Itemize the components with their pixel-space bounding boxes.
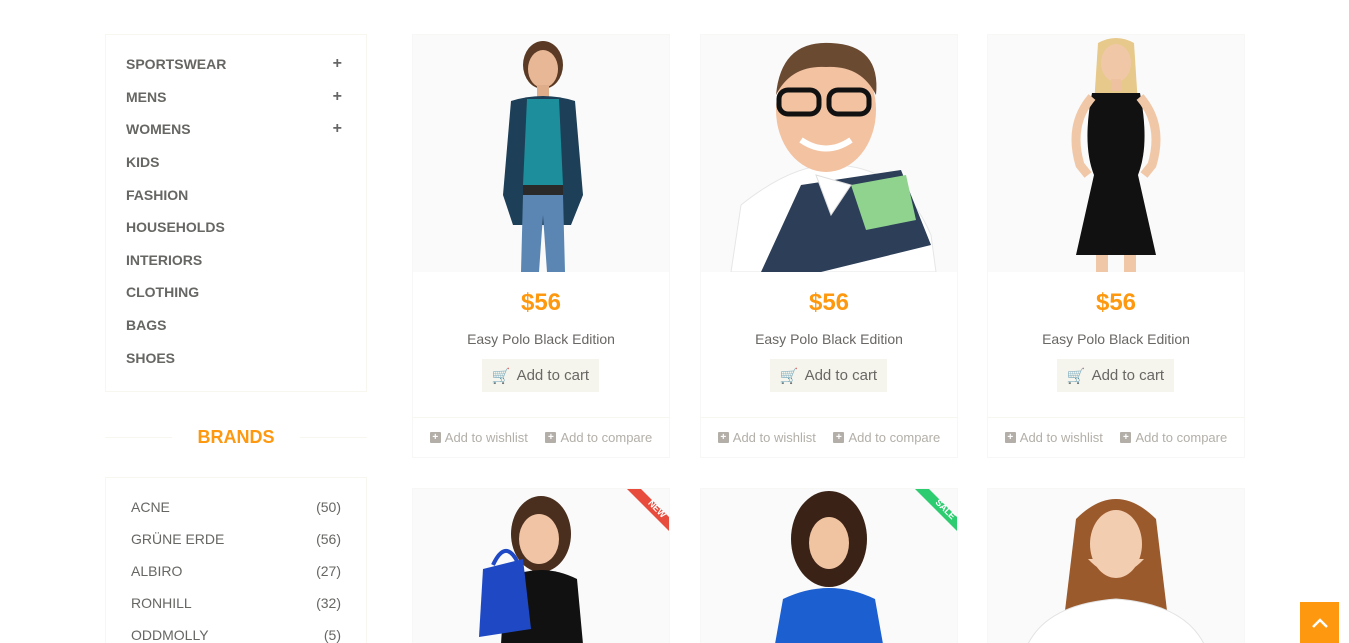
product-image[interactable]: [988, 489, 1244, 643]
category-label: SHOES: [126, 350, 176, 366]
product-card: $56 Easy Polo Black Edition 🛒 Add to cart…: [700, 34, 958, 458]
category-label: INTERIORS: [126, 252, 203, 268]
compare-label: Add to compare: [560, 430, 653, 445]
brand-count: (5): [323, 627, 341, 643]
category-shoes[interactable]: SHOES: [126, 348, 342, 368]
category-label: HOUSEHOLDS: [126, 219, 225, 235]
product-card: SALE: [700, 488, 958, 643]
wishlist-label: Add to wishlist: [444, 430, 528, 445]
category-fashion[interactable]: FASHION: [126, 185, 342, 205]
category-label: KIDS: [126, 154, 160, 170]
brand-name: ODDMOLLY: [131, 627, 209, 643]
brand-count: (56): [316, 531, 341, 547]
category-mens[interactable]: MENS +: [126, 87, 342, 107]
add-to-cart-label: Add to cart: [804, 367, 878, 384]
brand-item[interactable]: ALBIRO (27): [131, 561, 341, 581]
scroll-to-top-button[interactable]: [1300, 602, 1339, 643]
add-to-wishlist-link[interactable]: + Add to wishlist: [429, 430, 528, 445]
plus-square-icon: +: [1120, 432, 1132, 443]
add-to-cart-button[interactable]: 🛒 Add to cart: [770, 359, 887, 392]
add-to-cart-button[interactable]: 🛒 Add to cart: [1057, 359, 1174, 392]
add-to-wishlist-link[interactable]: + Add to wishlist: [1004, 430, 1103, 445]
add-to-cart-label: Add to cart: [1091, 367, 1165, 384]
plus-icon[interactable]: +: [333, 88, 342, 106]
brands-heading: BRANDS: [105, 425, 367, 449]
category-panel: SPORTSWEAR + MENS + WOMENS + KIDS FASHION H…: [105, 34, 367, 392]
cart-icon: 🛒: [1066, 367, 1086, 385]
category-label: WOMENS: [126, 121, 191, 137]
category-label: BAGS: [126, 317, 167, 333]
brands-panel: ACNE (50) GRÜNE ERDE (56) ALBIRO (27) RONHI…: [105, 477, 367, 643]
plus-square-icon: +: [545, 432, 557, 443]
category-households[interactable]: HOUSEHOLDS: [126, 217, 342, 237]
plus-square-icon: +: [429, 432, 441, 443]
product-image[interactable]: [413, 35, 669, 272]
brand-name: RONHILL: [131, 595, 192, 611]
brand-item[interactable]: GRÜNE ERDE (56): [131, 529, 341, 549]
brand-item[interactable]: ODDMOLLY (5): [131, 625, 341, 643]
category-label: SPORTSWEAR: [126, 56, 227, 72]
brand-name: GRÜNE ERDE: [131, 531, 225, 547]
cart-icon: 🛒: [491, 367, 511, 385]
brand-count: (27): [316, 563, 341, 579]
product-card: $56 Easy Polo Black Edition 🛒 Add to cart…: [412, 34, 670, 458]
product-name: Easy Polo Black Edition: [755, 331, 903, 347]
product-name: Easy Polo Black Edition: [467, 331, 615, 347]
wishlist-label: Add to wishlist: [732, 430, 816, 445]
product-actions: + Add to wishlist + Add to compare: [701, 417, 957, 457]
category-womens[interactable]: WOMENS +: [126, 119, 342, 139]
brand-count: (50): [316, 499, 341, 515]
product-image[interactable]: [988, 35, 1244, 272]
product-actions: + Add to wishlist + Add to compare: [413, 417, 669, 457]
product-price: $56: [520, 289, 562, 316]
new-badge: NEW: [627, 489, 669, 531]
category-clothing[interactable]: CLOTHING: [126, 282, 342, 302]
category-kids[interactable]: KIDS: [126, 152, 342, 172]
wishlist-label: Add to wishlist: [1019, 430, 1103, 445]
category-label: CLOTHING: [126, 284, 200, 300]
category-label: FASHION: [126, 187, 189, 203]
category-bags[interactable]: BAGS: [126, 315, 342, 335]
compare-label: Add to compare: [848, 430, 941, 445]
add-to-compare-link[interactable]: + Add to compare: [833, 430, 940, 445]
brand-count: (32): [316, 595, 341, 611]
product-actions: + Add to wishlist + Add to compare: [988, 417, 1244, 457]
plus-square-icon: +: [717, 432, 729, 443]
compare-label: Add to compare: [1135, 430, 1228, 445]
product-price: $56: [1095, 289, 1137, 316]
plus-icon[interactable]: +: [333, 120, 342, 138]
brand-name: ACNE: [131, 499, 170, 515]
product-price: $56: [808, 289, 850, 316]
add-to-cart-button[interactable]: 🛒 Add to cart: [482, 359, 599, 392]
chevron-up-icon: [1311, 617, 1328, 628]
category-sportswear[interactable]: SPORTSWEAR +: [126, 54, 342, 74]
brand-item[interactable]: ACNE (50): [131, 497, 341, 517]
plus-square-icon: +: [833, 432, 845, 443]
add-to-compare-link[interactable]: + Add to compare: [545, 430, 652, 445]
product-card: [987, 488, 1245, 643]
product-card: $56 Easy Polo Black Edition 🛒 Add to cart…: [987, 34, 1245, 458]
brands-title: BRANDS: [197, 427, 275, 447]
cart-icon: 🛒: [779, 367, 799, 385]
brand-item[interactable]: RONHILL (32): [131, 593, 341, 613]
add-to-wishlist-link[interactable]: + Add to wishlist: [717, 430, 816, 445]
product-image[interactable]: [701, 35, 957, 272]
plus-square-icon: +: [1004, 432, 1016, 443]
add-to-compare-link[interactable]: + Add to compare: [1120, 430, 1227, 445]
divider: [300, 437, 367, 438]
category-label: MENS: [126, 89, 167, 105]
brand-name: ALBIRO: [131, 563, 183, 579]
add-to-cart-label: Add to cart: [516, 367, 590, 384]
divider: [105, 437, 172, 438]
category-interiors[interactable]: INTERIORS: [126, 250, 342, 270]
plus-icon[interactable]: +: [333, 55, 342, 73]
sale-badge: SALE: [915, 489, 957, 531]
product-card: NEW: [412, 488, 670, 643]
product-name: Easy Polo Black Edition: [1042, 331, 1190, 347]
